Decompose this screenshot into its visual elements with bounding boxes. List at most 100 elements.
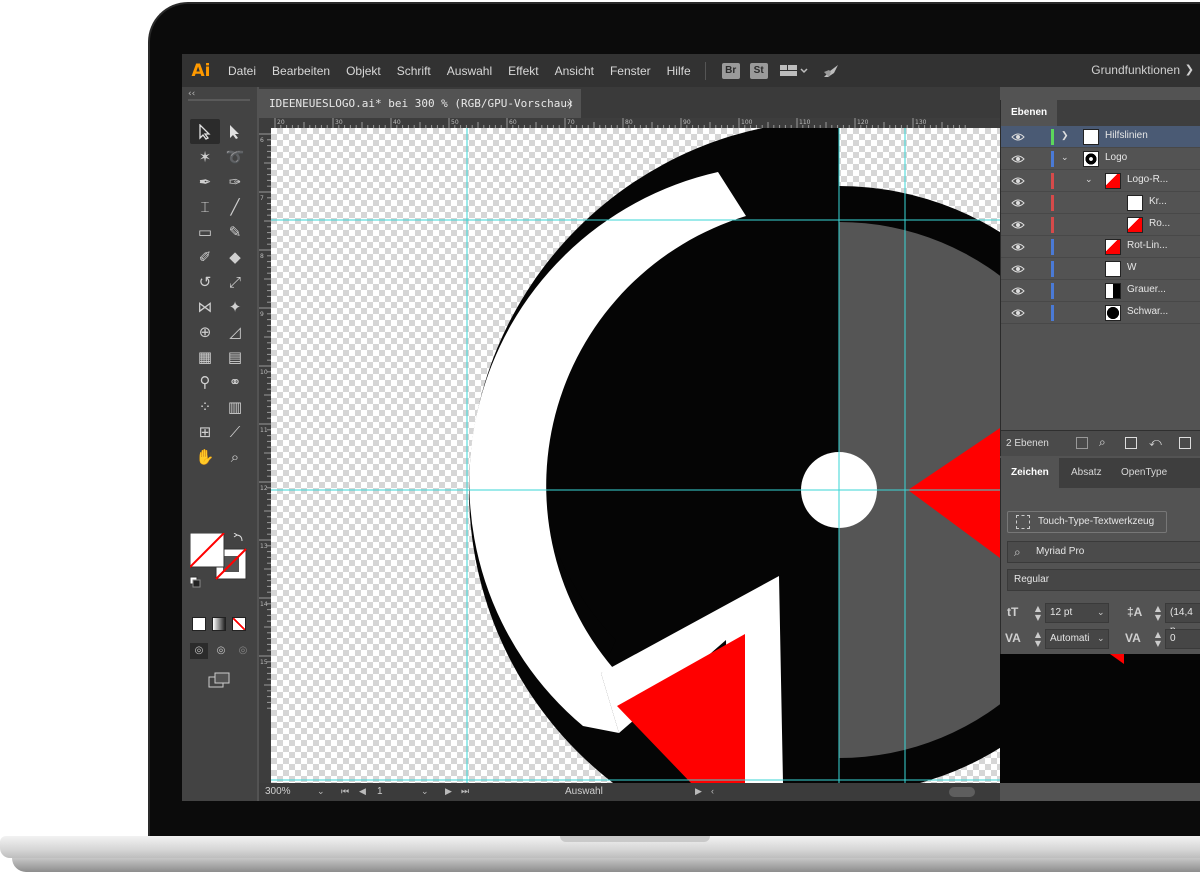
rotate-tool-icon[interactable]: ↺: [190, 269, 220, 294]
eraser-icon[interactable]: ◆: [220, 244, 250, 269]
artboard-canvas[interactable]: [271, 128, 1000, 783]
status-play-icon[interactable]: ▶: [695, 786, 702, 797]
workspace-switcher[interactable]: Grundfunktionen: [1091, 63, 1180, 77]
curvature-tool-icon[interactable]: ✑: [220, 169, 250, 194]
color-icon[interactable]: [192, 617, 206, 631]
mesh-tool-icon[interactable]: ▦: [190, 344, 220, 369]
visibility-eye-icon[interactable]: [1011, 307, 1025, 319]
draw-behind-icon[interactable]: ◎: [212, 643, 230, 659]
leading-field[interactable]: (14,4 p: [1165, 603, 1200, 636]
layer-row[interactable]: Grauer...: [1001, 280, 1200, 302]
perspective-grid-icon[interactable]: ◿: [220, 319, 250, 344]
zoom-dropdown-icon[interactable]: ⌄: [317, 786, 325, 797]
menu-ansicht[interactable]: Ansicht: [547, 64, 602, 78]
visibility-eye-icon[interactable]: [1011, 153, 1025, 165]
screen-mode-icon[interactable]: [208, 672, 230, 692]
tab-absatz[interactable]: Absatz: [1061, 458, 1112, 488]
font-size-stepper[interactable]: ▲ ▼: [1033, 604, 1043, 622]
symbol-sprayer-icon[interactable]: ⁘: [190, 394, 220, 419]
pen-tool-icon[interactable]: ✒: [190, 169, 220, 194]
layer-row[interactable]: ⌄ Logo-R...: [1001, 170, 1200, 192]
zoom-level[interactable]: 300%: [265, 786, 291, 797]
hand-tool-icon[interactable]: ✋: [190, 444, 220, 469]
layer-row[interactable]: ⌄ Logo: [1001, 148, 1200, 170]
tracking-stepper[interactable]: ▲ ▼: [1153, 630, 1163, 648]
canvas-right-strip[interactable]: [1000, 654, 1200, 783]
horizontal-scrollbar[interactable]: [949, 787, 975, 797]
menu-bearbeiten[interactable]: Bearbeiten: [264, 64, 338, 78]
locate-object-icon[interactable]: ⌕: [1099, 435, 1106, 450]
draw-mode-buttons[interactable]: ◎ ◎ ◎: [190, 643, 252, 659]
layer-row[interactable]: Schwar...: [1001, 302, 1200, 324]
gradient-icon[interactable]: [212, 617, 226, 631]
slice-tool-icon[interactable]: ⟋: [220, 419, 250, 444]
shape-builder-icon[interactable]: ⊕: [190, 319, 220, 344]
chevron-right-icon[interactable]: ❯: [1061, 130, 1069, 141]
tab-zeichen[interactable]: Zeichen: [1001, 458, 1059, 488]
visibility-eye-icon[interactable]: [1011, 175, 1025, 187]
previous-artboard-icon[interactable]: ◀: [359, 786, 366, 797]
draw-normal-icon[interactable]: ◎: [190, 643, 208, 659]
artboard-dropdown-icon[interactable]: ⌄: [421, 786, 429, 797]
menu-effekt[interactable]: Effekt: [500, 64, 546, 78]
new-sublayer-icon[interactable]: ⤺: [1149, 435, 1162, 450]
collapse-toolbar-icon[interactable]: ‹‹: [188, 89, 195, 99]
chevron-down-icon[interactable]: ⌄: [1085, 174, 1093, 185]
artboard-tool-icon[interactable]: ⊞: [190, 419, 220, 444]
tracking-field[interactable]: 0: [1165, 629, 1200, 649]
fill-stroke-swatches[interactable]: [189, 532, 250, 591]
menu-hilfe[interactable]: Hilfe: [659, 64, 699, 78]
paintbrush-icon[interactable]: ✎: [220, 219, 250, 244]
width-tool-icon[interactable]: ⋈: [190, 294, 220, 319]
layer-row[interactable]: Kr...: [1001, 192, 1200, 214]
menu-schrift[interactable]: Schrift: [389, 64, 439, 78]
direct-selection-tool-icon[interactable]: [220, 119, 250, 144]
lasso-icon[interactable]: ➰: [220, 144, 250, 169]
kerning-stepper[interactable]: ▲ ▼: [1033, 630, 1043, 648]
tab-ebenen[interactable]: Ebenen: [1001, 100, 1058, 126]
close-icon[interactable]: ✕: [566, 89, 573, 118]
eyedropper-icon[interactable]: ⚲: [190, 369, 220, 394]
layer-row[interactable]: ❯ Hilfslinien: [1001, 126, 1200, 148]
chevron-down-icon[interactable]: ⌄: [1097, 634, 1105, 644]
stock-button[interactable]: St: [749, 62, 768, 79]
leading-stepper[interactable]: ▲ ▼: [1153, 604, 1163, 622]
layer-row[interactable]: W: [1001, 258, 1200, 280]
tab-opentype[interactable]: OpenType: [1111, 458, 1177, 488]
horizontal-ruler[interactable]: 20 30 40 50 60 70 80 90 100 110 120 130: [271, 118, 1000, 128]
menu-fenster[interactable]: Fenster: [602, 64, 659, 78]
toolbar-grip[interactable]: [188, 99, 250, 101]
visibility-eye-icon[interactable]: [1011, 219, 1025, 231]
visibility-eye-icon[interactable]: [1011, 263, 1025, 275]
zoom-tool-icon[interactable]: ⌕: [220, 444, 250, 469]
vertical-ruler[interactable]: 6 7 8 9 10 11 12 13 14 15: [259, 118, 271, 783]
bridge-button[interactable]: Br: [721, 62, 740, 79]
scroll-left-icon[interactable]: ‹: [711, 786, 714, 796]
scale-tool-icon[interactable]: ⤢: [220, 269, 250, 294]
gradient-tool-icon[interactable]: ▤: [220, 344, 250, 369]
selection-tool-icon[interactable]: [190, 119, 220, 144]
touch-type-button[interactable]: Touch-Type-Textwerkzeug: [1007, 511, 1167, 533]
column-graph-icon[interactable]: ▥: [220, 394, 250, 419]
menu-auswahl[interactable]: Auswahl: [439, 64, 500, 78]
shaper-tool-icon[interactable]: ✐: [190, 244, 220, 269]
visibility-eye-icon[interactable]: [1011, 131, 1025, 143]
rocket-icon[interactable]: [822, 63, 840, 79]
document-tab[interactable]: IDEENEUESLOGO.ai* bei 300 % (RGB/GPU-Vor…: [259, 89, 581, 118]
layer-row[interactable]: Rot-Lin...: [1001, 236, 1200, 258]
make-clipping-mask-icon[interactable]: [1125, 437, 1137, 449]
type-tool-icon[interactable]: ⌶: [190, 194, 220, 219]
draw-inside-icon[interactable]: ◎: [234, 643, 252, 659]
font-family-field[interactable]: ⌕ Myriad Pro: [1007, 541, 1200, 563]
chevron-down-icon[interactable]: ⌄: [1097, 608, 1105, 618]
puppet-warp-icon[interactable]: ✦: [220, 294, 250, 319]
next-artboard-icon[interactable]: ▶: [445, 786, 452, 797]
none-icon[interactable]: [232, 617, 246, 631]
new-layer-icon[interactable]: [1179, 437, 1191, 449]
first-artboard-icon[interactable]: ⏮: [341, 786, 349, 797]
export-icon[interactable]: [1076, 437, 1088, 449]
menu-datei[interactable]: Datei: [220, 64, 264, 78]
visibility-eye-icon[interactable]: [1011, 197, 1025, 209]
arrange-documents-icon[interactable]: [779, 64, 808, 78]
line-tool-icon[interactable]: ╱: [220, 194, 250, 219]
